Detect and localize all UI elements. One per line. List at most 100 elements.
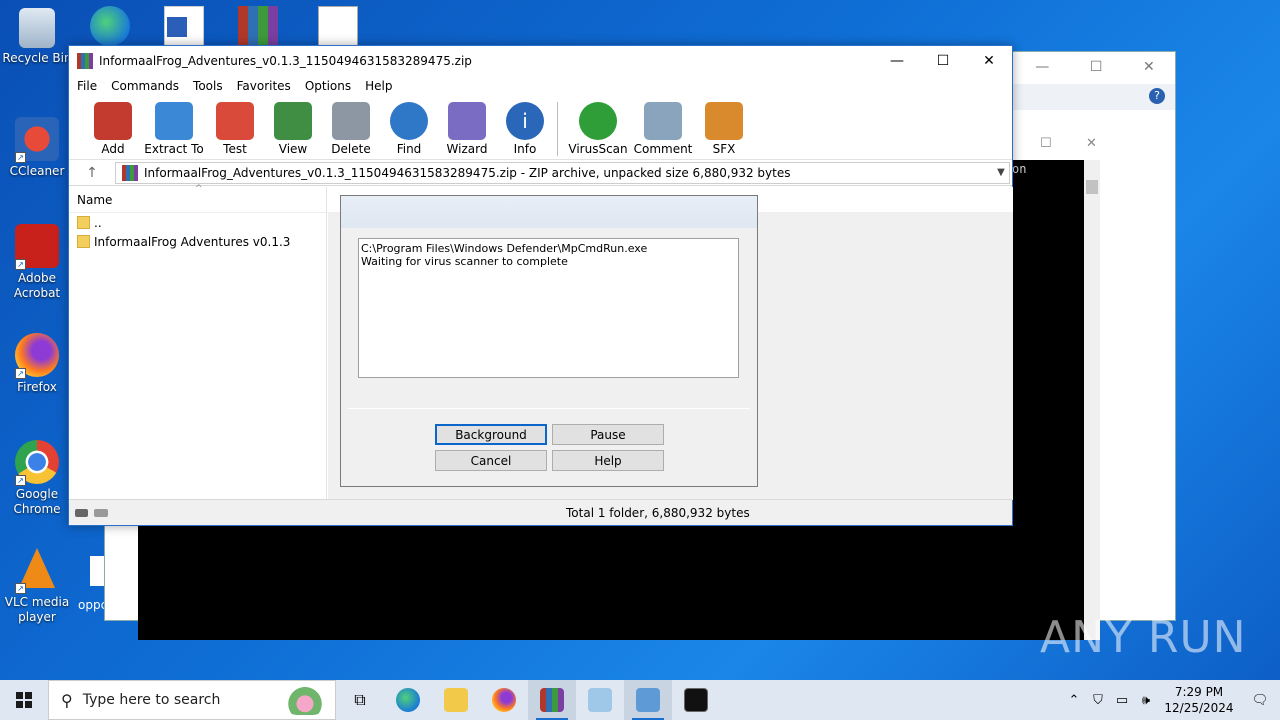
close-icon[interactable]: ✕: [1143, 59, 1155, 75]
desktop-icon-adobe-acrobat[interactable]: ↗ Adobe Acrobat: [0, 224, 74, 301]
key-icon[interactable]: [94, 508, 108, 517]
drive-icon[interactable]: [75, 508, 88, 517]
close-button[interactable]: ✕: [966, 46, 1012, 76]
wizard-button[interactable]: Wizard: [439, 100, 495, 156]
menu-bar: File Commands Tools Favorites Options He…: [69, 76, 1012, 96]
dialog-title-bar[interactable]: [341, 196, 757, 228]
extract-folder-icon: [155, 102, 193, 140]
taskbar-image-viewer[interactable]: [624, 680, 672, 720]
list-item[interactable]: ..: [69, 213, 326, 232]
file-list[interactable]: ^ Name .. InformaalFrog Adventures v0.1.…: [69, 184, 327, 500]
comment-icon: [644, 102, 682, 140]
clock[interactable]: 7:29 PM 12/25/2024: [1158, 684, 1240, 716]
menu-commands[interactable]: Commands: [111, 79, 179, 93]
help-button[interactable]: Help: [552, 450, 664, 471]
desktop-icon-ccleaner[interactable]: ↗ CCleaner: [0, 117, 74, 179]
virus-bug-icon: [579, 102, 617, 140]
search-box[interactable]: ⚲ Type here to search: [48, 680, 336, 720]
list-item[interactable]: InformaalFrog Adventures v0.1.3: [69, 232, 326, 251]
pause-button[interactable]: Pause: [552, 424, 664, 445]
maximize-button[interactable]: ☐: [920, 46, 966, 76]
test-clipboard-icon: [216, 102, 254, 140]
title-bar[interactable]: InformaalFrog_Adventures_v0.1.3_11504946…: [69, 46, 1012, 76]
desktop-icon-label: Adobe Acrobat: [13, 271, 61, 300]
notification-icon[interactable]: 🗨: [1240, 693, 1280, 708]
archive-icon: [122, 164, 138, 181]
path-bar: ↑ InformaalFrog_Adventures_v0.1.3_115049…: [69, 160, 1012, 186]
taskbar-file-explorer[interactable]: [432, 680, 480, 720]
folder-icon: [444, 688, 468, 712]
sfx-box-icon: [705, 102, 743, 140]
up-arrow-icon[interactable]: ↑: [69, 165, 115, 181]
virusscan-button[interactable]: VirusScan: [566, 100, 630, 156]
desktop-icon-google-chrome[interactable]: ↗ Google Chrome: [0, 440, 74, 517]
desktop-icon-firefox[interactable]: ↗ Firefox: [0, 333, 74, 395]
taskbar-console[interactable]: [672, 680, 720, 720]
toolbar: Add Extract To Test View Delete Find Wiz…: [69, 96, 1012, 160]
path-field[interactable]: InformaalFrog_Adventures_v0.1.3_11504946…: [115, 161, 1010, 184]
taskbar-firefox[interactable]: [480, 680, 528, 720]
maximize-icon[interactable]: ☐: [1040, 136, 1052, 151]
menu-options[interactable]: Options: [305, 79, 351, 93]
scan-log: C:\Program Files\Windows Defender\MpCmdR…: [358, 238, 739, 378]
chevron-up-icon[interactable]: ⌃: [1062, 693, 1086, 708]
minimize-icon[interactable]: —: [1035, 59, 1049, 75]
security-icon[interactable]: ⛉: [1086, 693, 1110, 708]
trash-icon: [332, 102, 370, 140]
winrar-archive-icon[interactable]: [238, 6, 278, 46]
desktop-icon-oppc[interactable]: oppc: [78, 598, 107, 612]
taskbar-edge[interactable]: [384, 680, 432, 720]
minimize-button[interactable]: —: [874, 46, 920, 76]
menu-tools[interactable]: Tools: [193, 79, 223, 93]
close-icon[interactable]: ✕: [1086, 136, 1097, 151]
view-book-icon: [274, 102, 312, 140]
cancel-button[interactable]: Cancel: [435, 450, 547, 471]
help-icon[interactable]: ?: [1149, 88, 1165, 104]
magnifier-icon: [390, 102, 428, 140]
watermark: ANY RUN: [1040, 612, 1247, 663]
word-document-icon[interactable]: [164, 6, 204, 46]
dialog-separator: [348, 408, 750, 409]
window-title: InformaalFrog_Adventures_v0.1.3_11504946…: [99, 54, 472, 68]
test-button[interactable]: Test: [207, 100, 263, 156]
status-bar: Total 1 folder, 6,880,932 bytes: [69, 499, 1012, 525]
start-button[interactable]: [0, 680, 48, 720]
name-column-header[interactable]: ^ Name: [69, 184, 326, 213]
menu-file[interactable]: File: [77, 79, 97, 93]
sfx-button[interactable]: SFX: [696, 100, 752, 156]
delete-button[interactable]: Delete: [323, 100, 379, 156]
add-button[interactable]: Add: [85, 100, 141, 156]
maximize-icon[interactable]: ☐: [1090, 59, 1103, 75]
menu-help[interactable]: Help: [365, 79, 392, 93]
view-button[interactable]: View: [265, 100, 321, 156]
edge-icon[interactable]: [90, 6, 130, 46]
image-viewer-icon: [636, 688, 660, 712]
extract-to-button[interactable]: Extract To: [143, 100, 205, 156]
view-label: View: [278, 142, 308, 156]
console-scrollbar[interactable]: [1084, 160, 1100, 640]
status-text: Total 1 folder, 6,880,932 bytes: [566, 505, 750, 520]
volume-icon[interactable]: 🕪: [1134, 693, 1158, 708]
desktop-icon-recycle-bin[interactable]: Recycle Bin: [0, 8, 74, 66]
virus-scan-dialog[interactable]: C:\Program Files\Windows Defender\MpCmdR…: [340, 195, 758, 487]
add-icon: [94, 102, 132, 140]
find-button[interactable]: Find: [381, 100, 437, 156]
console-window-frame[interactable]: ☐ ✕: [1010, 130, 1115, 162]
recycle-bin-icon: [19, 8, 55, 48]
taskbar-notepad[interactable]: [576, 680, 624, 720]
background-button[interactable]: Background: [435, 424, 547, 445]
network-icon[interactable]: ▭: [1110, 693, 1134, 708]
extract-to-label: Extract To: [144, 142, 204, 156]
info-icon: i: [506, 102, 544, 140]
chevron-down-icon[interactable]: ▼: [993, 167, 1009, 178]
desktop-icon-label: Firefox: [17, 380, 57, 394]
comment-button[interactable]: Comment: [632, 100, 694, 156]
winrar-icon: [540, 688, 564, 712]
image-file-icon[interactable]: [318, 6, 358, 46]
taskbar-winrar[interactable]: [528, 680, 576, 720]
desktop-icon-vlc[interactable]: ↗ VLC media player: [0, 548, 74, 625]
task-view-button[interactable]: ⧉: [336, 680, 384, 720]
menu-favorites[interactable]: Favorites: [237, 79, 291, 93]
desktop-icon-label: CCleaner: [9, 164, 65, 178]
info-button[interactable]: i Info: [497, 100, 553, 156]
